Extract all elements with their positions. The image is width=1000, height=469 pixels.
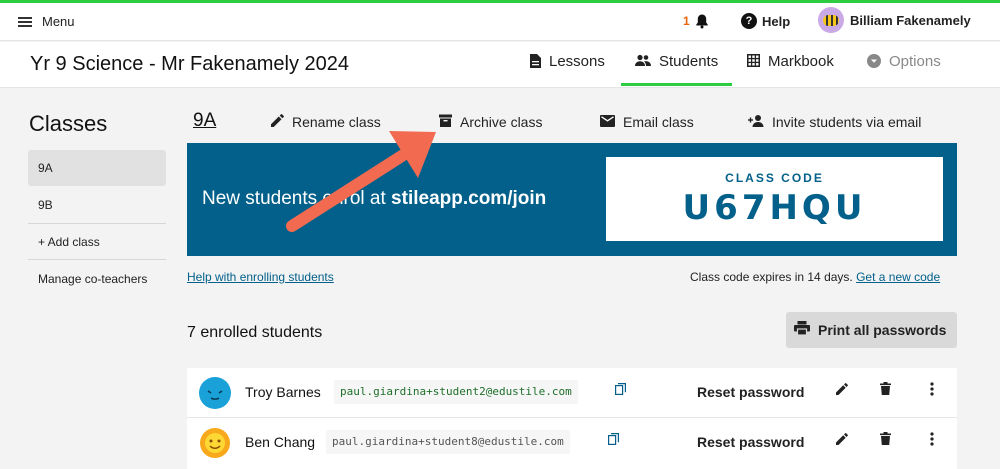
reset-password-button[interactable]: Reset password	[697, 384, 804, 400]
action-label: Invite students via email	[772, 114, 922, 130]
student-email: paul.giardina+student8@edustile.com	[326, 430, 570, 454]
class-code-value: U67HQU	[682, 188, 867, 228]
help-button[interactable]: ? Help	[741, 13, 790, 29]
tab-markbook[interactable]: Markbook	[733, 53, 848, 86]
envelope-icon	[600, 114, 615, 130]
help-label: Help	[762, 13, 791, 29]
tab-options[interactable]: Options	[853, 53, 955, 86]
help-enrolling-link[interactable]: Help with enrolling students	[187, 270, 334, 284]
tab-students[interactable]: Students	[621, 53, 733, 86]
sidebar-item-9a[interactable]: 9A	[28, 150, 166, 186]
avatar	[199, 377, 231, 409]
student-name: Ben Chang	[245, 434, 316, 450]
tab-label: Students	[659, 53, 719, 70]
pencil-icon	[271, 114, 284, 130]
edit-icon[interactable]	[832, 382, 852, 398]
sidebar-divider	[28, 259, 166, 260]
code-expiry-text: Class code expires in 14 days. Get a new…	[690, 270, 941, 284]
reset-password-button[interactable]: Reset password	[697, 434, 804, 450]
student-list: Troy Barnes paul.giardina+student2@edust…	[187, 368, 957, 469]
class-code-box: CLASS CODE U67HQU	[606, 157, 943, 241]
notification-count: 1	[683, 14, 690, 28]
print-passwords-button[interactable]: Print all passwords	[786, 312, 957, 348]
document-icon	[530, 54, 541, 71]
enrol-banner: New students enrol at stileapp.com/join …	[187, 143, 957, 256]
more-options-icon[interactable]	[922, 382, 942, 399]
user-menu[interactable]: Billiam Fakenamely	[818, 7, 971, 33]
menu-label: Menu	[42, 14, 75, 29]
trash-icon[interactable]	[875, 382, 895, 398]
trash-icon[interactable]	[875, 432, 895, 448]
hamburger-icon	[18, 16, 32, 27]
tab-label: Lessons	[549, 53, 605, 70]
enrolled-count: 7 enrolled students	[187, 324, 323, 341]
action-label: Email class	[623, 114, 694, 130]
copy-icon[interactable]	[608, 433, 619, 448]
chevron-circle-icon	[867, 54, 881, 71]
top-bar: Menu 1 ? Help Billiam Fakenamely	[0, 3, 1000, 41]
add-class-button[interactable]: + Add class	[28, 224, 166, 260]
print-label: Print all passwords	[818, 322, 947, 338]
email-class-button[interactable]: Email class	[600, 114, 694, 130]
action-label: Archive class	[460, 114, 543, 130]
action-label: Rename class	[292, 114, 381, 130]
manage-co-teachers-link[interactable]: Manage co-teachers	[28, 261, 166, 297]
archive-class-button[interactable]: Archive class	[439, 114, 542, 130]
notifications-button[interactable]: 1	[683, 13, 710, 29]
tab-label: Markbook	[768, 53, 834, 70]
page-title: Yr 9 Science - Mr Fakenamely 2024	[30, 53, 350, 75]
user-name: Billiam Fakenamely	[850, 12, 971, 28]
grid-icon	[747, 54, 760, 70]
student-row: Ben Chang paul.giardina+student8@edustil…	[187, 418, 957, 468]
invite-students-button[interactable]: Invite students via email	[748, 114, 921, 130]
sidebar-item-9b[interactable]: 9B	[28, 187, 166, 223]
student-row: Troy Barnes paul.giardina+student2@edust…	[187, 368, 957, 418]
student-email: paul.giardina+student2@edustile.com	[334, 380, 578, 404]
help-icon: ?	[741, 13, 757, 29]
sidebar-title: Classes	[29, 111, 108, 136]
people-icon	[635, 54, 651, 69]
bell-icon	[695, 14, 708, 29]
rename-class-button[interactable]: Rename class	[271, 114, 381, 130]
tab-lessons[interactable]: Lessons	[516, 53, 619, 86]
more-options-icon[interactable]	[922, 432, 942, 449]
archive-icon	[439, 114, 452, 130]
avatar	[818, 7, 844, 33]
student-name: Troy Barnes	[245, 384, 321, 400]
banner-text: New students enrol at stileapp.com/join	[202, 188, 547, 209]
add-person-icon	[748, 114, 764, 130]
class-code-label: CLASS CODE	[725, 171, 824, 185]
class-name: 9A	[193, 110, 217, 131]
avatar	[199, 427, 231, 459]
course-header: Yr 9 Science - Mr Fakenamely 2024 Lesson…	[0, 42, 1000, 88]
new-code-link[interactable]: Get a new code	[856, 270, 940, 284]
tab-label: Options	[889, 53, 941, 70]
edit-icon[interactable]	[832, 432, 852, 448]
printer-icon	[794, 321, 810, 339]
copy-icon[interactable]	[615, 383, 626, 398]
menu-button[interactable]: Menu	[18, 14, 75, 29]
